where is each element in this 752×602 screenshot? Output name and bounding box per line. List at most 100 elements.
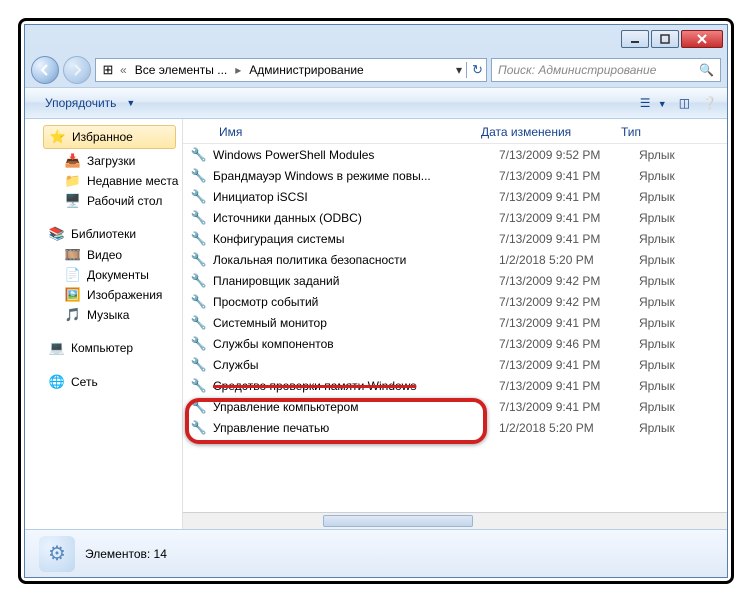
file-row[interactable]: 🔧Управление печатью1/2/2018 5:20 PMЯрлык <box>183 417 727 438</box>
search-placeholder: Поиск: Администрирование <box>498 63 656 77</box>
sidebar-item-desktop[interactable]: 🖥️Рабочий стол <box>25 191 182 211</box>
horizontal-scrollbar[interactable] <box>183 512 727 529</box>
close-button[interactable] <box>681 30 723 48</box>
address-bar[interactable]: ⊞ « Все элементы ... ▸ Администрирование… <box>95 58 487 82</box>
file-row[interactable]: 🔧Конфигурация системы7/13/2009 9:41 PMЯр… <box>183 228 727 249</box>
file-row[interactable]: 🔧Источники данных (ODBC)7/13/2009 9:41 P… <box>183 207 727 228</box>
navigation-pane: ⭐Избранное 📥Загрузки 📁Недавние места 🖥️Р… <box>25 119 183 529</box>
file-name: Просмотр событий <box>213 295 499 309</box>
file-date: 1/2/2018 5:20 PM <box>499 253 639 267</box>
shortcut-icon: 🔧 <box>191 336 207 352</box>
sidebar-network[interactable]: 🌐Сеть <box>25 371 182 393</box>
chevron-right-icon: ▸ <box>235 63 241 77</box>
minimize-button[interactable] <box>621 30 649 48</box>
sidebar-item-video[interactable]: 🎞️Видео <box>25 245 182 265</box>
column-headers: Имя Дата изменения Тип <box>183 119 727 144</box>
help-button[interactable]: ❔ <box>702 96 717 110</box>
file-type: Ярлык <box>639 232 719 246</box>
file-type: Ярлык <box>639 337 719 351</box>
file-row[interactable]: 🔧 Службы компонентов7/13/2009 9:46 PMЯрлы… <box>183 333 727 354</box>
file-date: 7/13/2009 9:41 PM <box>499 190 639 204</box>
control-panel-icon: ⊞ <box>100 62 116 78</box>
file-name: Системный монитор <box>213 316 499 330</box>
file-type: Ярлык <box>639 358 719 372</box>
sidebar-favorites[interactable]: ⭐Избранное <box>43 125 176 149</box>
file-type: Ярлык <box>639 379 719 393</box>
file-name: Инициатор iSCSI <box>213 190 499 204</box>
preview-pane-button[interactable]: ◫ <box>679 96 690 110</box>
star-icon: ⭐ <box>50 129 66 145</box>
organize-label: Упорядочить <box>45 96 116 110</box>
search-icon[interactable]: 🔍 <box>699 63 714 77</box>
file-date: 7/13/2009 9:41 PM <box>499 232 639 246</box>
file-row[interactable]: 🔧Системный монитор7/13/2009 9:41 PMЯрлык <box>183 312 727 333</box>
file-row[interactable]: 🔧Средство проверки памяти Windows7/13/20… <box>183 375 727 396</box>
breadcrumb-current[interactable]: Администрирование <box>245 63 367 77</box>
titlebar <box>25 25 727 53</box>
file-name: Источники данных (ODBC) <box>213 211 499 225</box>
file-type: Ярлык <box>639 421 719 435</box>
file-row[interactable]: 🔧 Windows PowerShell Modules7/13/2009 9:5… <box>183 144 727 165</box>
column-date[interactable]: Дата изменения <box>481 125 621 139</box>
breadcrumb-root[interactable]: Все элементы ... <box>131 63 232 77</box>
file-name: Брандмауэр Windows в режиме повы... <box>213 169 499 183</box>
file-date: 1/2/2018 5:20 PM <box>499 421 639 435</box>
documents-icon: 📄 <box>65 267 81 283</box>
refresh-button[interactable]: ↻ <box>466 62 482 78</box>
organize-button[interactable]: Упорядочить ▼ <box>35 92 145 114</box>
sidebar-libraries[interactable]: 📚Библиотеки <box>25 223 182 245</box>
chevron-down-icon[interactable]: ▾ <box>456 63 462 77</box>
file-name: Службы компонентов <box>213 337 499 351</box>
file-type: Ярлык <box>639 190 719 204</box>
file-date: 7/13/2009 9:41 PM <box>499 316 639 330</box>
status-count: Элементов: 14 <box>85 547 167 561</box>
search-input[interactable]: Поиск: Администрирование 🔍 <box>491 58 721 82</box>
file-row[interactable]: 🔧Управление компьютером7/13/2009 9:41 PM… <box>183 396 727 417</box>
shortcut-icon: 🔧 <box>191 168 207 184</box>
file-date: 7/13/2009 9:46 PM <box>499 337 639 351</box>
file-type: Ярлык <box>639 211 719 225</box>
file-type: Ярлык <box>639 274 719 288</box>
sidebar-item-pictures[interactable]: 🖼️Изображения <box>25 285 182 305</box>
forward-button[interactable] <box>63 56 91 84</box>
file-row[interactable]: 🔧Планировщик заданий7/13/2009 9:42 PMЯрл… <box>183 270 727 291</box>
file-name: Планировщик заданий <box>213 274 499 288</box>
column-type[interactable]: Тип <box>621 125 701 139</box>
file-date: 7/13/2009 9:52 PM <box>499 148 639 162</box>
video-icon: 🎞️ <box>65 247 81 263</box>
file-name: Локальная политика безопасности <box>213 253 499 267</box>
file-type: Ярлык <box>639 400 719 414</box>
file-type: Ярлык <box>639 295 719 309</box>
column-name[interactable]: Имя <box>191 125 481 139</box>
file-name: Windows PowerShell Modules <box>213 148 499 162</box>
pictures-icon: 🖼️ <box>65 287 81 303</box>
shortcut-icon: 🔧 <box>191 378 207 394</box>
breadcrumb-sep-icon: « <box>120 63 127 77</box>
maximize-button[interactable] <box>651 30 679 48</box>
file-row[interactable]: 🔧Службы7/13/2009 9:41 PMЯрлык <box>183 354 727 375</box>
shortcut-icon: 🔧 <box>191 189 207 205</box>
music-icon: 🎵 <box>65 307 81 323</box>
file-date: 7/13/2009 9:41 PM <box>499 358 639 372</box>
file-row[interactable]: 🔧Брандмауэр Windows в режиме повы...7/13… <box>183 165 727 186</box>
back-button[interactable] <box>31 56 59 84</box>
file-row[interactable]: 🔧 Инициатор iSCSI7/13/2009 9:41 PMЯрлык <box>183 186 727 207</box>
scrollbar-thumb[interactable] <box>323 515 473 527</box>
sidebar-item-recent[interactable]: 📁Недавние места <box>25 171 182 191</box>
sidebar-item-music[interactable]: 🎵Музыка <box>25 305 182 325</box>
sidebar-computer[interactable]: 💻Компьютер <box>25 337 182 359</box>
file-name: Управление компьютером <box>213 400 499 414</box>
file-row[interactable]: 🔧Просмотр событий7/13/2009 9:42 PMЯрлык <box>183 291 727 312</box>
file-list: 🔧 Windows PowerShell Modules7/13/2009 9:5… <box>183 144 727 512</box>
desktop-icon: 🖥️ <box>65 193 81 209</box>
file-type: Ярлык <box>639 148 719 162</box>
view-options-button[interactable]: ☰ ▼ <box>640 96 667 110</box>
file-name: Средство проверки памяти Windows <box>213 379 499 393</box>
shortcut-icon: 🔧 <box>191 147 207 163</box>
sidebar-item-downloads[interactable]: 📥Загрузки <box>25 151 182 171</box>
sidebar-item-documents[interactable]: 📄Документы <box>25 265 182 285</box>
file-row[interactable]: 🔧Локальная политика безопасности1/2/2018… <box>183 249 727 270</box>
annotation-frame: ⊞ « Все элементы ... ▸ Администрирование… <box>18 18 734 584</box>
folder-gear-icon: ⚙ <box>39 536 75 572</box>
file-type: Ярлык <box>639 253 719 267</box>
